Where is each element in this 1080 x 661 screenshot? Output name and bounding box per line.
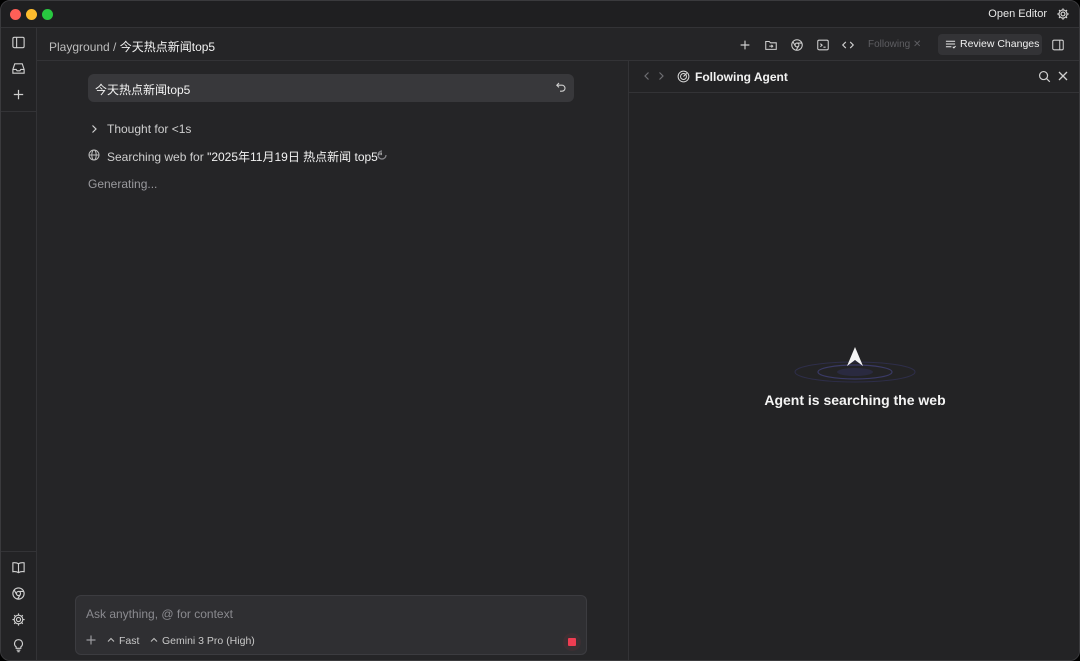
inbox-icon[interactable] [11, 61, 26, 76]
user-message[interactable]: 今天热点新闻top5 [88, 74, 574, 102]
model-label: Gemini 3 Pro (High) [162, 635, 255, 647]
new-conversation-icon[interactable] [11, 87, 26, 102]
add-context-icon[interactable] [85, 634, 97, 646]
open-editor-button[interactable]: Open Editor [988, 8, 1047, 20]
settings-icon[interactable] [11, 612, 26, 627]
search-icon[interactable] [1038, 70, 1051, 83]
browser-icon[interactable] [790, 38, 804, 52]
forward-icon[interactable] [656, 71, 666, 81]
chevron-right-icon [92, 125, 97, 133]
stop-generation-button[interactable] [563, 633, 581, 651]
generating-status: Generating... [88, 177, 158, 191]
stop-icon [568, 638, 576, 646]
mode-label: Fast [119, 635, 140, 647]
model-selector[interactable]: Gemini 3 Pro (High) [150, 635, 255, 647]
chevron-up-icon [107, 637, 115, 642]
agent-cursor-icon [794, 347, 916, 383]
toggle-panel-icon[interactable] [1051, 38, 1065, 52]
folder-export-icon[interactable] [764, 38, 778, 52]
following-tab[interactable]: Following ✕ [868, 39, 921, 50]
code-icon[interactable] [841, 38, 855, 52]
agent-status-text: Agent is searching the web [764, 392, 946, 408]
app-window: Open Editor Playground / 今天热点新闻top5 Foll… [0, 0, 1080, 661]
user-message-text: 今天热点新闻top5 [95, 83, 191, 97]
close-icon[interactable] [1057, 70, 1069, 82]
terminal-icon[interactable] [816, 38, 830, 52]
title-bar: Open Editor [1, 1, 1079, 28]
book-icon[interactable] [11, 560, 26, 575]
chat-input-placeholder[interactable]: Ask anything, @ for context [86, 607, 233, 621]
zoom-window-button[interactable] [42, 9, 53, 20]
editor-header: Playground / 今天热点新闻top5 Following ✕ Revi… [37, 28, 1079, 61]
agent-panel-header: Following Agent [629, 61, 1079, 93]
close-window-button[interactable] [10, 9, 21, 20]
list-icon [945, 40, 956, 49]
following-tab-label: Following [868, 39, 911, 50]
rail-divider [1, 551, 37, 552]
mode-selector[interactable]: Fast [107, 635, 139, 647]
activity-rail [1, 28, 37, 660]
close-tab-icon[interactable]: ✕ [913, 39, 921, 50]
lightbulb-icon[interactable] [11, 638, 26, 653]
loading-spinner-icon [377, 150, 387, 160]
chat-panel: 今天热点新闻top5 Thought for <1s Searching web… [37, 61, 628, 660]
back-icon[interactable] [642, 71, 652, 81]
undo-icon[interactable] [555, 81, 567, 93]
review-changes-button[interactable]: Review Changes [938, 34, 1042, 55]
add-icon[interactable] [738, 38, 752, 52]
agent-radar-icon [677, 70, 690, 83]
browser-icon[interactable] [11, 586, 26, 601]
agent-panel-title: Following Agent [695, 70, 788, 84]
thought-label: Thought for <1s [107, 122, 192, 136]
review-changes-label: Review Changes [960, 38, 1040, 50]
breadcrumb: Playground / 今天热点新闻top5 [49, 38, 215, 55]
search-query: "2025年11月19日 热点新闻 top5" [207, 150, 383, 164]
search-prefix: Searching web for [107, 150, 208, 164]
globe-icon [88, 149, 100, 161]
rail-divider [1, 111, 37, 112]
breadcrumb-separator: / [109, 40, 120, 54]
toggle-sidebar-icon[interactable] [11, 35, 26, 50]
agent-panel: Following Agent Agent is searching the w… [628, 61, 1079, 660]
chevron-up-icon [150, 637, 158, 642]
settings-gear-icon[interactable] [1056, 7, 1070, 21]
chat-composer[interactable]: Ask anything, @ for context Fast Gemini … [75, 595, 587, 655]
minimize-window-button[interactable] [26, 9, 37, 20]
search-step-text: Searching web for "2025年11月19日 热点新闻 top5… [107, 148, 382, 165]
breadcrumb-parent[interactable]: Playground [49, 40, 110, 54]
breadcrumb-current: 今天热点新闻top5 [119, 40, 216, 54]
